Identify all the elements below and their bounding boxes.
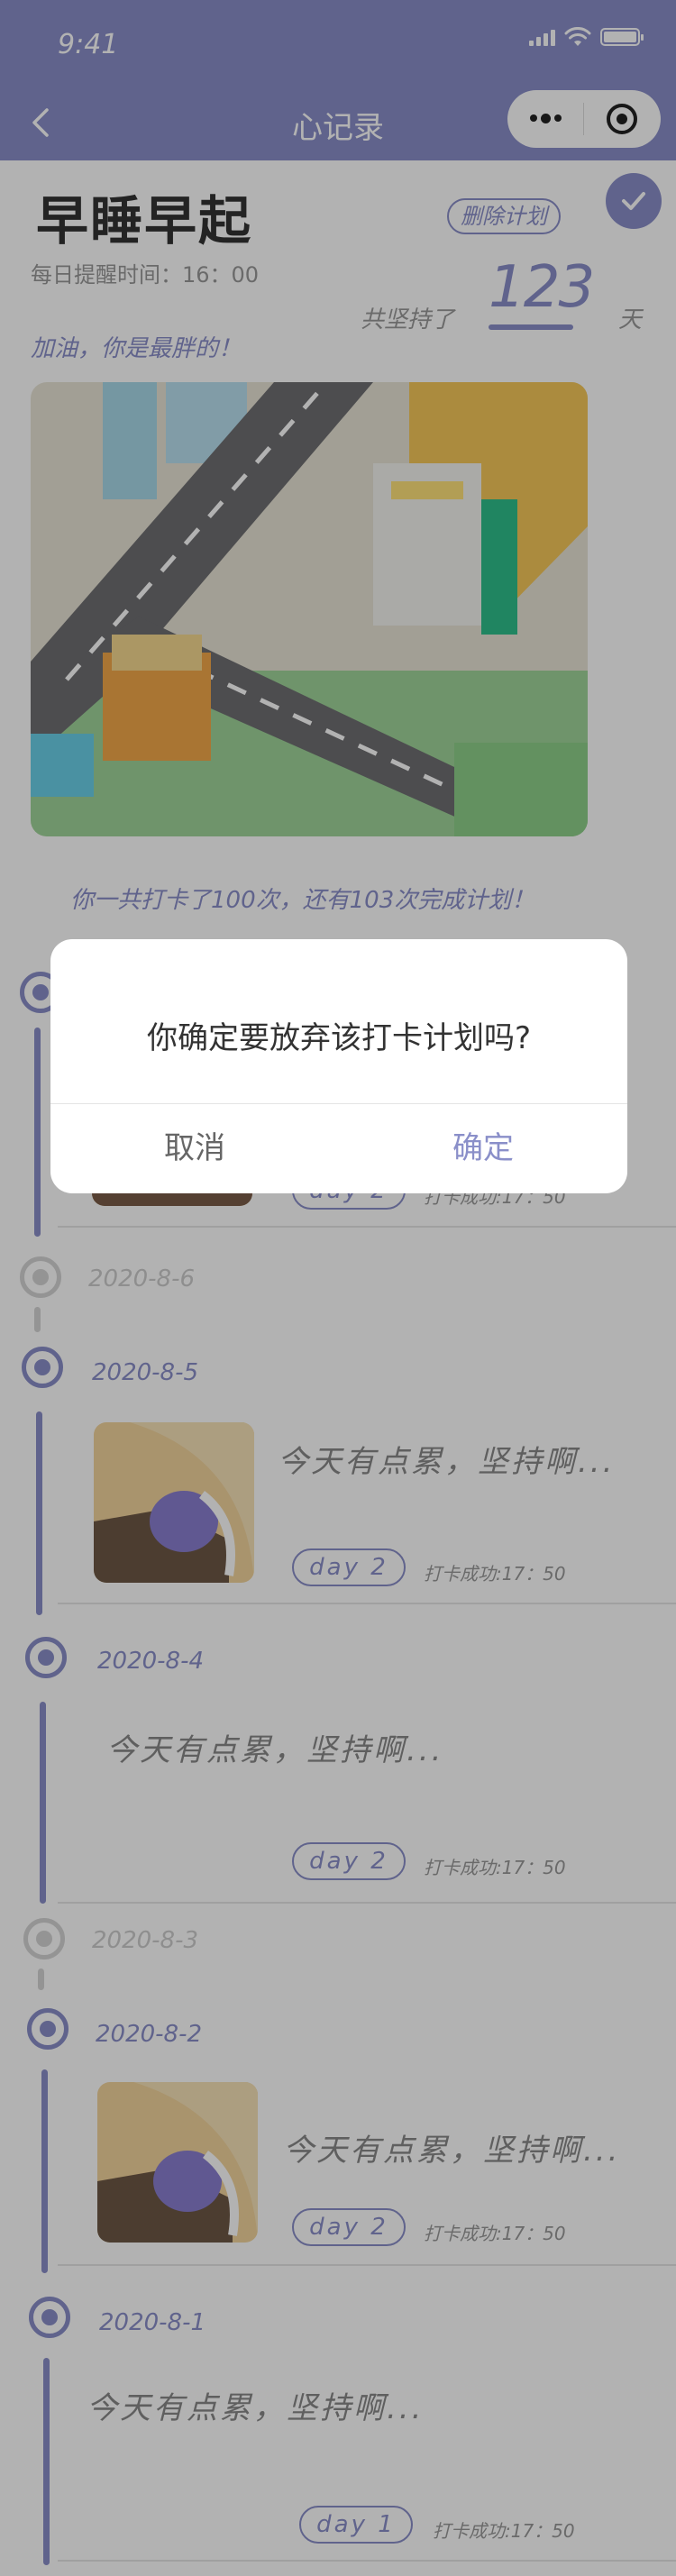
dialog-message: 你确定要放弃该打卡计划吗?	[146, 1020, 532, 1056]
modal-overlay[interactable]	[0, 0, 676, 2576]
cancel-button[interactable]: 取消	[50, 1104, 339, 1193]
confirm-dialog: 你确定要放弃该打卡计划吗? 取消 确定	[50, 939, 627, 1193]
confirm-button[interactable]: 确定	[339, 1104, 627, 1193]
